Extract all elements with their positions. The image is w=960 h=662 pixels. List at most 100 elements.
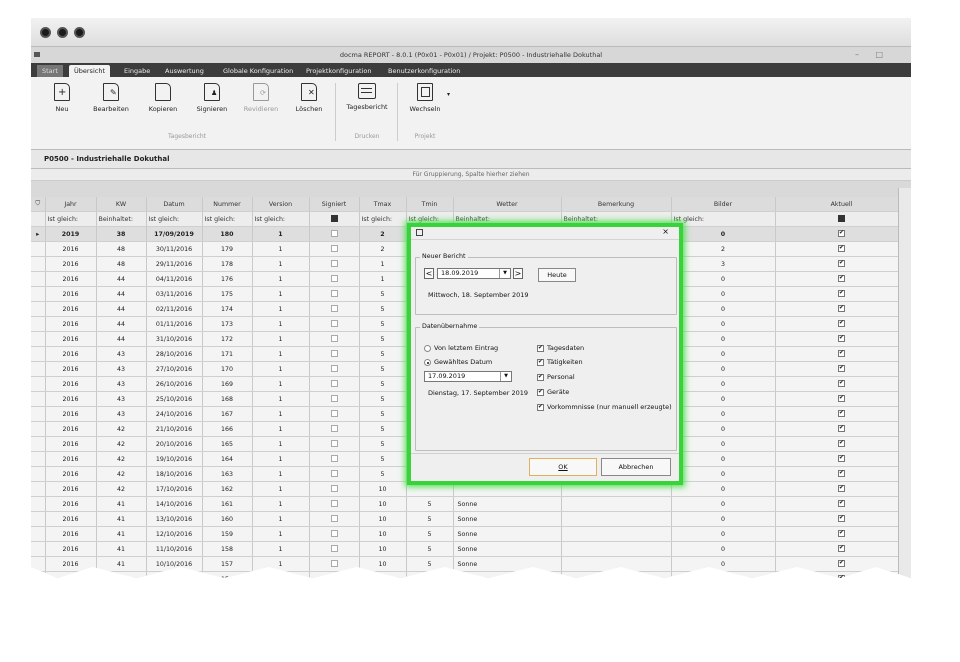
signed-checkbox[interactable] [330, 275, 338, 283]
signed-checkbox[interactable] [330, 500, 338, 508]
filter-cell[interactable]: Ist gleich: [252, 211, 310, 227]
next-day-button[interactable]: > [513, 268, 523, 279]
vertical-scrollbar[interactable] [898, 188, 911, 578]
current-checkbox[interactable] [838, 454, 845, 463]
table-row[interactable]: 20164007/10/20161561 105Sonne 0 [31, 571, 909, 578]
table-row[interactable]: 2016 41 11/10/2016 158 1 10 5 Sonne 0 [31, 541, 909, 557]
signed-checkbox[interactable] [330, 320, 338, 328]
new-button[interactable]: + Neu [51, 83, 73, 113]
current-checkbox[interactable] [838, 529, 845, 538]
edit-button[interactable]: ✎ Bearbeiten [92, 83, 130, 113]
filter-cell[interactable]: Beinhaltet: [96, 211, 147, 227]
current-checkbox[interactable] [838, 574, 845, 578]
signed-checkbox[interactable] [330, 575, 338, 578]
current-checkbox[interactable] [838, 544, 845, 553]
filter-checkbox[interactable] [330, 215, 338, 223]
column-header[interactable]: Wetter [453, 197, 562, 212]
current-checkbox[interactable] [838, 409, 845, 418]
current-checkbox[interactable] [838, 394, 845, 403]
print-report-button[interactable]: Tagesbericht [345, 83, 389, 111]
group-by-hint[interactable]: Für Gruppierung, Spalte hierher ziehen [31, 169, 911, 181]
signed-checkbox[interactable] [330, 335, 338, 343]
signed-checkbox[interactable] [330, 365, 338, 373]
signed-checkbox[interactable] [330, 545, 338, 553]
delete-button[interactable]: ✕ Löschen [293, 83, 325, 113]
column-header[interactable]: Jahr [45, 197, 97, 212]
current-checkbox[interactable] [838, 274, 845, 283]
filter-cell[interactable]: Ist gleich: [202, 211, 253, 227]
cancel-button[interactable]: Abbrechen [601, 458, 671, 476]
column-header[interactable]: Bemerkung [561, 197, 672, 212]
radio-from-last-entry[interactable] [424, 345, 431, 352]
tab-globale-konfiguration[interactable]: Globale Konfiguration [218, 65, 298, 77]
current-checkbox[interactable] [838, 499, 845, 508]
maximize-button[interactable]: □ [875, 47, 883, 63]
signed-checkbox[interactable] [330, 530, 338, 538]
column-header[interactable]: Aktuell [775, 197, 909, 212]
column-header[interactable]: Bilder [671, 197, 776, 212]
current-checkbox[interactable] [838, 484, 845, 493]
signed-checkbox[interactable] [330, 245, 338, 253]
signed-checkbox[interactable] [330, 350, 338, 358]
current-checkbox[interactable] [838, 439, 845, 448]
current-checkbox[interactable] [838, 424, 845, 433]
signed-checkbox[interactable] [330, 455, 338, 463]
current-checkbox[interactable] [838, 364, 845, 373]
filter-toggle-icon[interactable]: ⛉ [31, 197, 46, 212]
close-window-icon[interactable] [40, 27, 51, 38]
current-checkbox[interactable] [838, 559, 845, 568]
signed-checkbox[interactable] [330, 440, 338, 448]
minimize-window-icon[interactable] [57, 27, 68, 38]
signed-checkbox[interactable] [330, 410, 338, 418]
dialog-close-button[interactable]: × [662, 227, 669, 236]
current-checkbox[interactable] [838, 244, 845, 253]
checkbox-personal[interactable] [537, 373, 544, 381]
column-header[interactable]: Signiert [309, 197, 360, 212]
tab-start[interactable]: Start [37, 65, 63, 77]
current-checkbox[interactable] [838, 379, 845, 388]
filter-cell[interactable]: Ist gleich: [671, 211, 776, 227]
current-checkbox[interactable] [838, 469, 845, 478]
checkbox-tagesdaten[interactable] [537, 344, 544, 352]
signed-checkbox[interactable] [330, 305, 338, 313]
current-checkbox[interactable] [838, 259, 845, 268]
table-row[interactable]: 2016 41 13/10/2016 160 1 10 5 Sonne 0 [31, 511, 909, 527]
tab-eingabe[interactable]: Eingabe [119, 65, 155, 77]
table-row[interactable]: 2016 41 12/10/2016 159 1 10 5 Sonne 0 [31, 526, 909, 542]
current-checkbox[interactable] [838, 229, 845, 238]
column-header[interactable]: Tmin [406, 197, 454, 212]
copy-button[interactable]: Kopieren [146, 83, 180, 113]
table-row[interactable]: 2016 41 10/10/2016 157 1 10 5 Sonne 0 [31, 556, 909, 572]
table-row[interactable]: 2016 41 14/10/2016 161 1 10 5 Sonne 0 [31, 496, 909, 512]
sign-button[interactable]: ♟ Signieren [195, 83, 229, 113]
filter-cell[interactable]: Ist gleich: [359, 211, 407, 227]
column-header[interactable]: Datum [146, 197, 203, 212]
switch-project-button[interactable]: Wechseln [405, 83, 445, 113]
minimize-button[interactable]: – [855, 47, 859, 63]
filter-checkbox[interactable] [838, 215, 845, 223]
revise-button[interactable]: ⟳ Revidieren [242, 83, 280, 113]
checkbox-taetigkeiten[interactable] [537, 358, 544, 366]
filter-cell[interactable] [775, 211, 909, 227]
signed-checkbox[interactable] [330, 560, 338, 568]
ok-button[interactable]: OK [529, 458, 597, 476]
tab-auswertung[interactable]: Auswertung [160, 65, 209, 77]
report-date-input[interactable]: 18.09.2019 ▼ [437, 268, 511, 279]
signed-checkbox[interactable] [330, 290, 338, 298]
signed-checkbox[interactable] [330, 230, 338, 238]
column-header[interactable]: Version [252, 197, 310, 212]
current-checkbox[interactable] [838, 319, 845, 328]
signed-checkbox[interactable] [330, 470, 338, 478]
signed-checkbox[interactable] [330, 485, 338, 493]
import-date-input[interactable]: 17.09.2019 ▼ [424, 371, 512, 382]
current-checkbox[interactable] [838, 514, 845, 523]
chevron-down-icon[interactable]: ▼ [499, 269, 510, 278]
current-checkbox[interactable] [838, 334, 845, 343]
signed-checkbox[interactable] [330, 425, 338, 433]
current-checkbox[interactable] [838, 349, 845, 358]
filter-cell[interactable] [309, 211, 360, 227]
tab-projektkonfiguration[interactable]: Projektkonfiguration [301, 65, 377, 77]
column-header[interactable]: KW [96, 197, 147, 212]
dropdown-arrow-icon[interactable]: ▾ [447, 91, 450, 98]
column-header[interactable]: Nummer [202, 197, 253, 212]
